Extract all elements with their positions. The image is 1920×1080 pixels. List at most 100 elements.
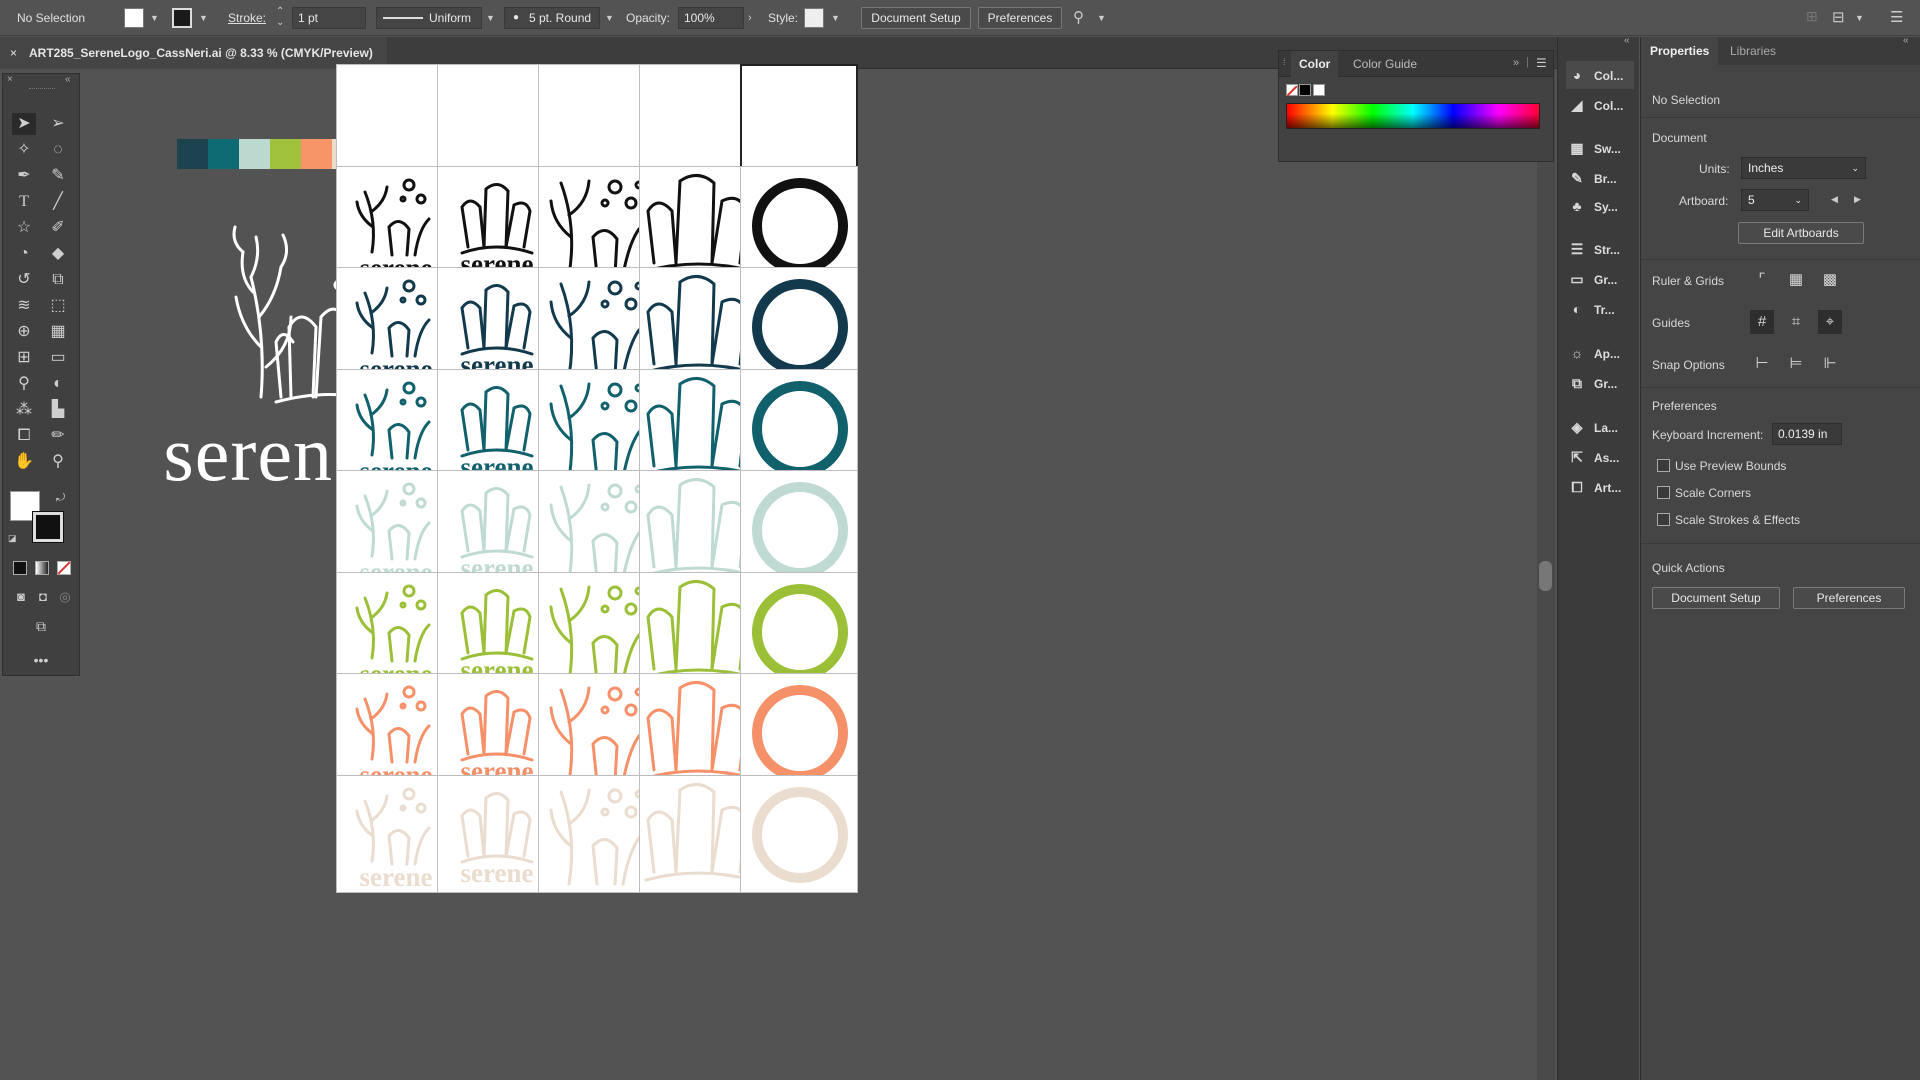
close-tab-icon[interactable]: × bbox=[10, 46, 17, 60]
column-graph-tool-icon[interactable]: ▙ bbox=[46, 399, 70, 421]
dock-item[interactable]: ◢ Col... bbox=[1566, 91, 1634, 119]
scale-strokes-checkbox[interactable] bbox=[1657, 513, 1670, 526]
qa-preferences-button[interactable]: Preferences bbox=[1793, 587, 1905, 609]
transparency-grid-icon[interactable]: ▩ bbox=[1818, 268, 1842, 292]
pen-tool-icon[interactable]: ✒ bbox=[12, 165, 36, 187]
show-guides-icon[interactable]: # bbox=[1750, 310, 1774, 334]
distribute-dropdown-icon[interactable]: ▼ bbox=[1855, 13, 1864, 23]
tools-collapse-icon[interactable]: « bbox=[65, 74, 71, 85]
dock-item[interactable]: ▦ Sw... bbox=[1566, 134, 1634, 162]
stroke-color-box[interactable] bbox=[32, 511, 64, 543]
tab-libraries[interactable]: Libraries bbox=[1721, 37, 1785, 65]
units-select[interactable]: Inches ⌄ bbox=[1741, 157, 1866, 179]
artboard[interactable] bbox=[740, 165, 858, 284]
scale-tool-icon[interactable]: ⧉ bbox=[46, 269, 70, 291]
stroke-stepper-icon[interactable]: ⌃ ⌄ bbox=[276, 6, 284, 28]
artboard[interactable] bbox=[740, 470, 858, 588]
artboard[interactable] bbox=[740, 368, 858, 487]
panel-menu-icon[interactable]: ☰ bbox=[1890, 8, 1903, 26]
scrollbar-thumb[interactable] bbox=[1539, 561, 1552, 591]
panel-grip-icon[interactable]: ⁞ bbox=[1283, 57, 1286, 67]
opacity-field[interactable]: 100% bbox=[678, 7, 744, 29]
draw-normal-icon[interactable]: ◙ bbox=[9, 586, 33, 608]
default-colors-icon[interactable]: ◪ bbox=[8, 533, 17, 544]
arrange-icon[interactable]: ⚲ bbox=[1073, 8, 1084, 26]
swap-colors-icon[interactable]: ⤾ bbox=[56, 492, 65, 505]
arrange-dropdown-icon[interactable]: ▼ bbox=[1097, 13, 1106, 23]
keyboard-increment-field[interactable]: 0.0139 in bbox=[1772, 423, 1842, 445]
artboard-select[interactable]: 5 ⌄ bbox=[1741, 189, 1809, 211]
grid-icon[interactable]: ▦ bbox=[1784, 268, 1808, 292]
free-transform-tool-icon[interactable]: ⬚ bbox=[46, 295, 70, 317]
selection-tool-icon[interactable]: ➤ bbox=[12, 113, 36, 135]
edit-artboards-button[interactable]: Edit Artboards bbox=[1738, 222, 1864, 244]
eyedropper-tool-icon[interactable]: ⚲ bbox=[12, 373, 36, 395]
previous-artboard-icon[interactable]: ◀ bbox=[1831, 194, 1838, 205]
tab-color[interactable]: Color bbox=[1291, 51, 1339, 77]
dock-item[interactable]: ♣ Sy... bbox=[1566, 192, 1634, 220]
dock-item[interactable]: ⧉ Gr... bbox=[1566, 369, 1634, 397]
screen-mode-icon[interactable]: ⧉ bbox=[29, 615, 53, 637]
scale-corners-checkbox[interactable] bbox=[1657, 486, 1670, 499]
symbol-sprayer-tool-icon[interactable]: ⁂ bbox=[12, 399, 36, 421]
color-panel-menu-icon[interactable]: ☰ bbox=[1536, 56, 1547, 70]
stroke-dropdown-icon[interactable]: ▼ bbox=[199, 13, 208, 23]
tools-close-icon[interactable]: × bbox=[7, 74, 13, 85]
fill-dropdown-icon[interactable]: ▼ bbox=[150, 13, 159, 23]
stroke-label[interactable]: Stroke: bbox=[228, 11, 266, 25]
black-swatch[interactable] bbox=[1299, 84, 1311, 96]
shape-builder-tool-icon[interactable]: ⊕ bbox=[12, 321, 36, 343]
preferences-button[interactable]: Preferences bbox=[978, 7, 1062, 29]
smart-guides-icon[interactable]: ⌖ bbox=[1818, 310, 1842, 334]
brush-select[interactable]: ● 5 pt. Round bbox=[504, 7, 600, 29]
none-swatch-icon[interactable] bbox=[1286, 84, 1298, 97]
draw-behind-icon[interactable]: ◘ bbox=[31, 586, 55, 608]
props-collapse-icon[interactable]: « bbox=[1903, 35, 1909, 46]
stroke-profile-select[interactable]: Uniform bbox=[376, 7, 482, 29]
dock-item[interactable]: ☼ Ap... bbox=[1566, 339, 1634, 367]
opacity-expand-icon[interactable]: › bbox=[748, 12, 752, 24]
dock-collapse-icon[interactable]: « bbox=[1624, 35, 1630, 46]
paintbrush-tool-icon[interactable]: ✐ bbox=[46, 217, 70, 239]
perspective-grid-tool-icon[interactable]: ▦ bbox=[46, 321, 70, 343]
artboard[interactable] bbox=[740, 774, 858, 893]
next-artboard-icon[interactable]: ▶ bbox=[1854, 194, 1861, 205]
document-setup-button[interactable]: Document Setup bbox=[861, 7, 971, 29]
style-swatch[interactable] bbox=[804, 8, 824, 28]
direct-selection-tool-icon[interactable]: ➢ bbox=[46, 113, 70, 135]
style-dropdown-icon[interactable]: ▼ bbox=[831, 13, 840, 23]
snap-glyph-icon[interactable]: ⊩ bbox=[1818, 352, 1842, 376]
artboard-tool-icon[interactable]: ⧠ bbox=[12, 425, 36, 447]
stroke-swatch[interactable] bbox=[172, 8, 192, 28]
warp-tool-icon[interactable]: ≋ bbox=[12, 295, 36, 317]
stroke-weight-field[interactable]: 1 pt bbox=[292, 7, 366, 29]
artboard[interactable] bbox=[740, 571, 858, 690]
rotate-tool-icon[interactable]: ↺ bbox=[12, 269, 36, 291]
dock-item[interactable]: ☰ Str... bbox=[1566, 235, 1634, 263]
dock-item[interactable]: ⧠ Art... bbox=[1566, 473, 1634, 501]
profile-dropdown-icon[interactable]: ▼ bbox=[486, 13, 495, 23]
qa-document-setup-button[interactable]: Document Setup bbox=[1652, 587, 1780, 609]
canvas-scrollbar[interactable] bbox=[1537, 69, 1555, 1080]
lasso-tool-icon[interactable]: ◌ bbox=[46, 139, 70, 161]
tab-properties[interactable]: Properties bbox=[1641, 37, 1719, 65]
color-spectrum[interactable] bbox=[1286, 103, 1540, 129]
line-tool-icon[interactable]: ╱ bbox=[46, 191, 70, 213]
lock-guides-icon[interactable]: ⌗ bbox=[1784, 310, 1808, 334]
slice-tool-icon[interactable]: ✏ bbox=[46, 425, 70, 447]
dock-item[interactable]: ◐ Tr... bbox=[1566, 295, 1634, 323]
blend-tool-icon[interactable]: ◐ bbox=[46, 373, 70, 395]
none-mode-icon[interactable] bbox=[57, 561, 71, 575]
dock-item[interactable]: ◕ Col... bbox=[1566, 61, 1634, 89]
fill-swatch[interactable] bbox=[124, 8, 144, 28]
shaper-tool-icon[interactable]: ◔ bbox=[12, 243, 36, 265]
type-tool-icon[interactable]: T bbox=[12, 191, 36, 213]
mesh-tool-icon[interactable]: ⊞ bbox=[12, 347, 36, 369]
rulers-icon[interactable]: ⌜ bbox=[1750, 268, 1774, 292]
dock-item[interactable]: ✎ Br... bbox=[1566, 164, 1634, 192]
star-tool-icon[interactable]: ☆ bbox=[12, 217, 36, 239]
gradient-tool-icon[interactable]: ▭ bbox=[46, 347, 70, 369]
white-swatch[interactable] bbox=[1313, 84, 1325, 96]
dock-item[interactable]: ◈ La... bbox=[1566, 413, 1634, 441]
edit-toolbar-icon[interactable]: ••• bbox=[29, 649, 53, 671]
